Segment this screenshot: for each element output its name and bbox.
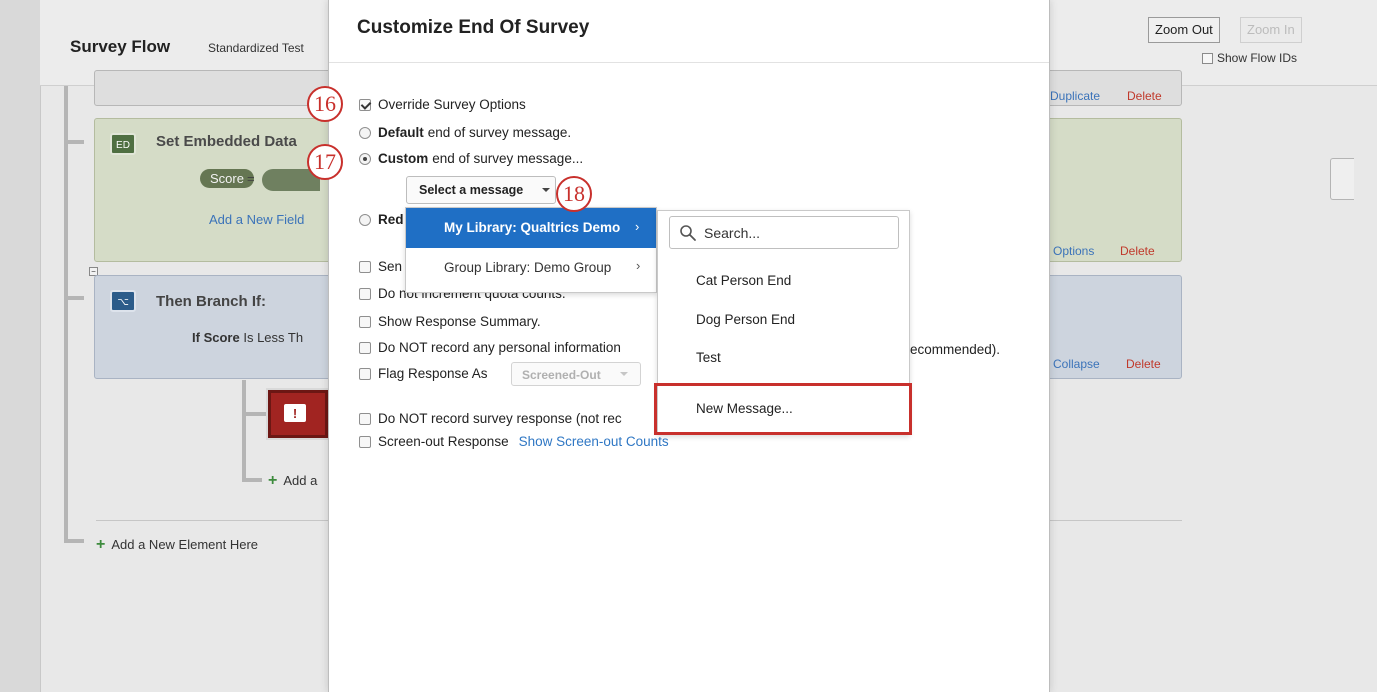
branch-if-keyword: If <box>192 330 200 345</box>
custom-message-radio[interactable] <box>359 152 371 165</box>
no-record-checkbox[interactable] <box>359 412 371 425</box>
collapse-link[interactable]: Collapse <box>1053 357 1100 371</box>
options-link[interactable]: Options <box>1053 244 1094 258</box>
no-personal-info-label-tail: ecommended). <box>910 342 1001 357</box>
add-element-link[interactable]: + Add a New Element Here <box>96 536 258 554</box>
no-quota-checkbox[interactable] <box>359 287 371 300</box>
warning-icon: ! <box>284 404 306 422</box>
message-search-placeholder: Search... <box>704 225 761 241</box>
send-label: Sen <box>378 259 403 274</box>
screen-out-label: Screen-out Response <box>378 434 509 449</box>
no-personal-info-row[interactable]: Do NOT record any personal information <box>359 340 621 355</box>
default-label-rest: end of survey message. <box>427 125 572 140</box>
zoom-in-button[interactable]: Zoom In <box>1240 17 1302 43</box>
menu-item-new-message[interactable]: New Message... <box>696 401 793 416</box>
select-message-dropdown[interactable]: Select a message <box>406 176 556 204</box>
default-message-radio[interactable] <box>359 126 371 139</box>
no-record-row[interactable]: Do NOT record survey response (not rec <box>359 411 622 426</box>
embedded-data-title: Set Embedded Data <box>156 133 297 150</box>
show-summary-label: Show Response Summary. <box>378 314 541 329</box>
zoom-out-button[interactable]: Zoom Out <box>1148 17 1220 43</box>
chevron-right-icon: › <box>635 219 640 234</box>
delete-link[interactable]: Delete <box>1120 244 1155 258</box>
add-element-label: Add a New Element Here <box>111 537 259 552</box>
add-element-link-nested[interactable]: + Add a <box>268 472 317 490</box>
no-record-label: Do NOT record survey response (not rec <box>378 411 622 426</box>
override-checkbox[interactable] <box>359 98 371 111</box>
no-personal-info-checkbox[interactable] <box>359 341 371 354</box>
flag-response-row[interactable]: Flag Response As <box>359 366 488 381</box>
show-screen-out-counts-link[interactable]: Show Screen-out Counts <box>519 434 669 449</box>
embedded-data-icon: ED <box>110 133 136 155</box>
step-callout-badge: 17 <box>307 144 343 180</box>
no-personal-info-label: Do NOT record any personal information <box>378 340 621 355</box>
menu-item-message[interactable]: Cat Person End <box>696 273 791 288</box>
branch-condition: If Score Is Less Th <box>192 330 303 345</box>
equals-sign: = <box>247 171 255 186</box>
flow-tree-branch <box>64 296 84 300</box>
branch-field: Score <box>203 330 240 345</box>
custom-label-rest: end of survey message... <box>432 151 584 166</box>
flag-response-label: Flag Response As <box>378 366 488 381</box>
branch-title: Then Branch If: <box>156 293 267 310</box>
default-message-row[interactable]: Default end of survey message. <box>359 125 571 140</box>
flag-response-checkbox[interactable] <box>359 367 371 380</box>
duplicate-link[interactable]: Duplicate <box>1050 89 1100 103</box>
dialog-title: Customize End Of Survey <box>357 17 590 38</box>
page-title: Survey Flow <box>70 37 171 56</box>
menu-item-message[interactable]: Dog Person End <box>696 312 795 327</box>
screen-out-checkbox[interactable] <box>359 435 371 448</box>
branch-icon: ⌥ <box>110 290 136 312</box>
flow-tree-line <box>64 86 68 541</box>
dialog-divider <box>329 62 1049 63</box>
branch-operator: Is Less Th <box>243 330 304 345</box>
embedded-field-pill[interactable]: Score <box>200 169 254 188</box>
custom-label-bold: Custom <box>378 151 429 166</box>
override-label: Override Survey Options <box>378 97 526 112</box>
add-element-label: Add a <box>283 473 318 488</box>
chevron-right-icon: › <box>636 258 641 273</box>
show-flow-ids-label: Show Flow IDs <box>1217 51 1298 65</box>
menu-item-message[interactable]: Test <box>696 350 721 365</box>
menu-item-my-library[interactable]: My Library: Qualtrics Demo <box>406 208 656 248</box>
show-flow-ids-toggle[interactable]: Show Flow IDs <box>1202 51 1297 65</box>
flow-tree-branch <box>242 478 262 482</box>
flow-tree-branch <box>64 140 84 144</box>
send-email-row[interactable]: Sen <box>359 259 402 274</box>
redirect-radio[interactable] <box>359 213 371 226</box>
chevron-down-icon <box>620 372 628 376</box>
search-icon <box>680 225 696 241</box>
plus-icon: + <box>268 472 278 489</box>
chevron-down-icon <box>542 188 550 192</box>
show-flow-ids-checkbox[interactable] <box>1202 52 1213 64</box>
step-callout-badge: 18 <box>556 176 592 212</box>
show-summary-row[interactable]: Show Response Summary. <box>359 314 541 329</box>
override-survey-options-row[interactable]: Override Survey Options <box>359 97 526 112</box>
flow-tree-line <box>242 380 246 480</box>
send-checkbox[interactable] <box>359 260 371 273</box>
delete-link[interactable]: Delete <box>1126 357 1161 371</box>
plus-icon: + <box>96 536 106 553</box>
add-field-link[interactable]: Add a New Field <box>209 212 304 227</box>
custom-message-row[interactable]: Custom end of survey message... <box>359 151 583 166</box>
menu-item-group-library[interactable]: Group Library: Demo Group <box>406 248 656 288</box>
screen-out-row[interactable]: Screen-out Response Show Screen-out Coun… <box>359 434 669 449</box>
show-summary-checkbox[interactable] <box>359 315 371 328</box>
side-panel-edge <box>1330 158 1354 200</box>
delete-link[interactable]: Delete <box>1127 89 1162 103</box>
step-callout-badge: 16 <box>307 86 343 122</box>
default-label-bold: Default <box>378 125 424 140</box>
redirect-label: Red <box>378 212 404 227</box>
flow-tree-branch <box>64 539 84 543</box>
survey-name: Standardized Test <box>208 41 304 55</box>
flow-tree-branch <box>242 412 266 416</box>
redirect-row[interactable]: Red <box>359 212 408 227</box>
